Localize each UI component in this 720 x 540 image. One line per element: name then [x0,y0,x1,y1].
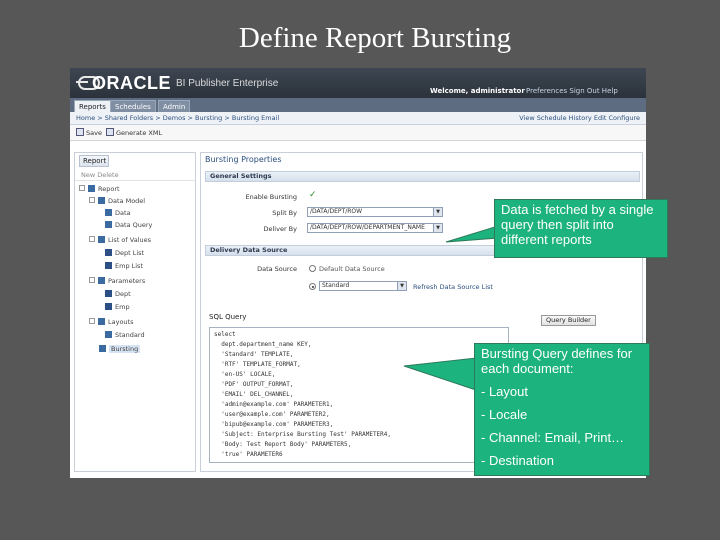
query-definition-text: Bursting Query defines for each document… [481,346,633,376]
callout-bullet: - Destination [481,453,554,468]
callout-pointer-1 [445,225,499,243]
callout-bullet: - Layout [481,384,528,399]
query-definition-callout: Bursting Query defines for each document… [474,343,650,476]
data-fetch-callout: Data is fetched by a single query then s… [494,199,668,258]
callout-bullet: - Channel: Email, Print… [481,430,625,445]
callout-bullet: - Locale [481,407,528,422]
callout-pointer-2 [403,357,477,391]
